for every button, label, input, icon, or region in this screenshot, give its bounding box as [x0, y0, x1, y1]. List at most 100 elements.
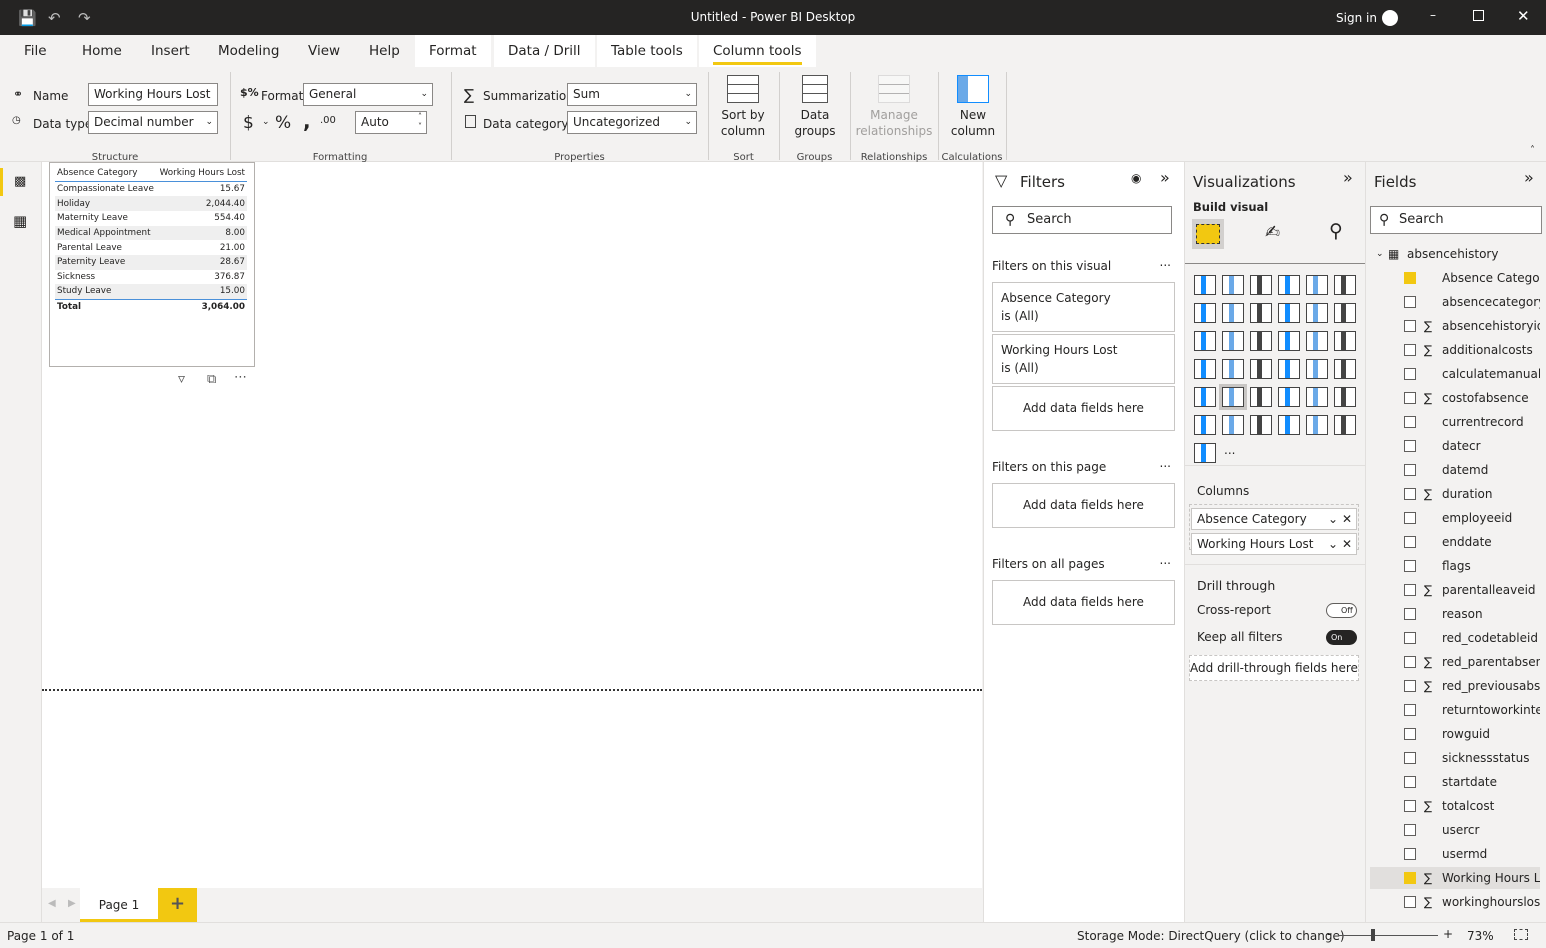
checkbox[interactable]	[1404, 608, 1416, 620]
field-item[interactable]: ∑ additionalcosts	[1370, 339, 1540, 361]
avatar[interactable]	[1382, 10, 1398, 26]
manage-relationships-button[interactable]: Manage relationships	[853, 75, 935, 139]
tab-home[interactable]: Home	[68, 35, 136, 67]
table-row[interactable]: Study Leave 15.00	[55, 284, 247, 299]
tab-table-tools[interactable]: Table tools	[597, 35, 697, 67]
table-visual[interactable]: Absence Category Working Hours Lost Compas…	[49, 162, 255, 367]
checkbox[interactable]	[1404, 488, 1416, 500]
100-bar-visual-icon[interactable]	[1306, 275, 1328, 295]
more-options-icon[interactable]: ⋯	[234, 370, 247, 385]
new-column-button[interactable]: New column	[942, 75, 1004, 139]
page-tab[interactable]: Page 1	[80, 888, 158, 922]
paginated-report-visual-icon[interactable]	[1278, 415, 1300, 435]
tab-help[interactable]: Help	[355, 35, 414, 67]
zoom-in-button[interactable]: +	[1443, 927, 1453, 941]
checkbox[interactable]	[1404, 560, 1416, 572]
checkbox[interactable]	[1404, 632, 1416, 644]
collapse-icon[interactable]: »	[1160, 168, 1170, 187]
line-clustered-column-visual-icon[interactable]	[1306, 303, 1328, 323]
scatter-visual-icon[interactable]	[1250, 331, 1272, 351]
field-item[interactable]: datemd	[1370, 459, 1540, 481]
column-header[interactable]: Working Hours Lost	[156, 165, 247, 182]
qa-visual-icon[interactable]	[1222, 415, 1244, 435]
build-visual-tab[interactable]	[1192, 219, 1224, 249]
eye-icon[interactable]: ◉	[1131, 171, 1141, 185]
checkbox[interactable]	[1404, 584, 1416, 596]
table-visual-icon[interactable]	[1219, 384, 1247, 410]
field-item[interactable]: enddate	[1370, 531, 1540, 553]
azure-map-visual-icon[interactable]	[1306, 415, 1328, 435]
filter-icon[interactable]: ▿	[178, 371, 185, 387]
field-item[interactable]: absencecategory	[1370, 291, 1540, 313]
prev-page-icon[interactable]: ◀	[48, 898, 56, 909]
table-row[interactable]: Paternity Leave 28.67	[55, 254, 247, 270]
field-item[interactable]: ∑ workinghourslost	[1370, 891, 1540, 913]
remove-icon[interactable]: ✕	[1342, 534, 1352, 554]
collapse-icon[interactable]: »	[1343, 168, 1353, 187]
field-item[interactable]: reason	[1370, 603, 1540, 625]
more-options-icon[interactable]: ...	[1160, 255, 1171, 269]
field-item[interactable]: flags	[1370, 555, 1540, 577]
checkbox[interactable]	[1404, 344, 1416, 356]
kpi-visual-icon[interactable]	[1334, 359, 1356, 379]
python-visual-visual-icon[interactable]	[1306, 387, 1328, 407]
waterfall-visual-icon[interactable]	[1194, 331, 1216, 351]
treemap-visual-icon[interactable]	[1334, 331, 1356, 351]
table-row[interactable]: Medical Appointment 8.00	[55, 225, 247, 241]
add-fields-dropzone[interactable]: Add data fields here	[992, 386, 1175, 431]
model-view-icon[interactable]: ▦	[13, 212, 27, 230]
currency-button[interactable]: $	[243, 113, 254, 133]
chevron-down-icon[interactable]: ⌄	[1376, 243, 1384, 265]
donut-visual-icon[interactable]	[1306, 331, 1328, 351]
keep-filters-toggle[interactable]: On	[1326, 630, 1357, 645]
map-visual-icon[interactable]	[1194, 359, 1216, 379]
checkbox[interactable]	[1404, 392, 1416, 404]
table-row[interactable]: Holiday 2,044.40	[55, 196, 247, 211]
key-influencers-visual-icon[interactable]	[1334, 387, 1356, 407]
r-visual-visual-icon[interactable]	[1278, 387, 1300, 407]
maximize-icon[interactable]	[1473, 10, 1484, 21]
add-page-button[interactable]: +	[158, 888, 197, 922]
table-row[interactable]: Sickness 376.87	[55, 270, 247, 285]
checkbox[interactable]	[1404, 368, 1416, 380]
gauge-visual-icon[interactable]	[1250, 359, 1272, 379]
checkbox[interactable]	[1404, 440, 1416, 452]
checkbox[interactable]	[1404, 656, 1416, 668]
funnel-visual-icon[interactable]	[1222, 331, 1244, 351]
field-item[interactable]: ∑ parentalleaveid	[1370, 579, 1540, 601]
field-item[interactable]: ∑ absencehistoryid	[1370, 315, 1540, 337]
summarization-select[interactable]: Sum ⌄	[567, 83, 697, 106]
filters-search-input[interactable]: ⚲ Search	[992, 206, 1172, 234]
clustered-column-visual-icon[interactable]	[1278, 275, 1300, 295]
field-item[interactable]: red_codetableid	[1370, 627, 1540, 649]
power-automate-visual-icon[interactable]	[1194, 443, 1216, 463]
checkbox[interactable]	[1404, 824, 1416, 836]
percent-button[interactable]: %	[275, 113, 291, 133]
add-fields-dropzone[interactable]: Add data fields here	[992, 483, 1175, 528]
zoom-slider-thumb[interactable]	[1371, 929, 1376, 941]
minimize-icon[interactable]: –	[1430, 8, 1436, 22]
collapse-icon[interactable]: »	[1524, 168, 1534, 187]
field-item[interactable]: employeeid	[1370, 507, 1540, 529]
field-item[interactable]: rowguid	[1370, 723, 1540, 745]
checkbox[interactable]	[1404, 872, 1416, 884]
report-view-icon[interactable]: ▩	[14, 174, 26, 189]
tab-column-tools[interactable]: Column tools	[699, 35, 816, 67]
field-item[interactable]: ∑ red_parentabsen...	[1370, 651, 1540, 673]
format-select[interactable]: General ⌄	[303, 83, 433, 106]
zoom-out-button[interactable]: -	[1327, 927, 1331, 941]
matrix-visual-icon[interactable]	[1250, 387, 1272, 407]
checkbox[interactable]	[1404, 464, 1416, 476]
filter-card[interactable]: Absence Category is (All)	[992, 282, 1175, 332]
checkbox[interactable]	[1404, 680, 1416, 692]
filter-card[interactable]: Working Hours Lost is (All)	[992, 334, 1175, 384]
drill-through-dropzone[interactable]: Add drill-through fields here	[1189, 655, 1359, 681]
decomposition-tree-visual-icon[interactable]	[1194, 415, 1216, 435]
slicer-visual-icon[interactable]	[1194, 387, 1216, 407]
checkbox[interactable]	[1404, 272, 1416, 284]
analytics-icon[interactable]: ⚲	[1329, 220, 1343, 242]
ribbon-visual-icon[interactable]	[1334, 303, 1356, 323]
sign-in-link[interactable]: Sign in	[1336, 11, 1377, 25]
field-item[interactable]: currentrecord	[1370, 411, 1540, 433]
area-visual-icon[interactable]	[1222, 303, 1244, 323]
